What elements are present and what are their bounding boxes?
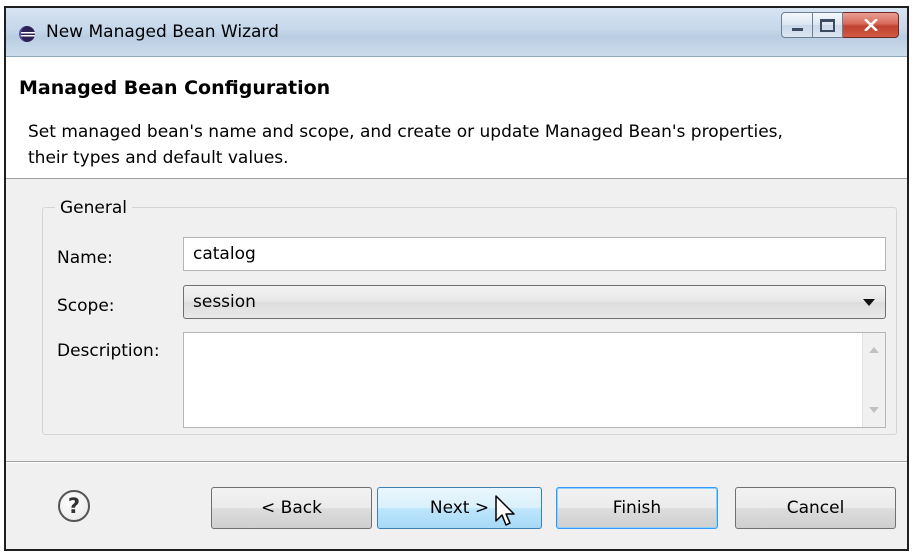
page-description: Set managed bean's name and scope, and c… (28, 122, 783, 168)
finish-button[interactable]: Finish (556, 487, 718, 529)
page-title: Managed Bean Configuration (19, 77, 331, 99)
maximize-button[interactable] (813, 12, 843, 38)
minimize-icon (791, 27, 803, 31)
scope-label: Scope: (57, 296, 115, 316)
wizard-header: Managed Bean Configuration Set managed b… (6, 57, 907, 179)
name-input[interactable]: catalog (183, 237, 886, 271)
close-button[interactable] (843, 12, 899, 38)
title-bar[interactable]: New Managed Bean Wizard (6, 8, 907, 57)
back-button[interactable]: < Back (211, 487, 372, 529)
eclipse-icon (19, 26, 35, 42)
description-scrollbar[interactable] (862, 333, 885, 427)
scroll-up-icon[interactable] (869, 347, 879, 353)
next-button[interactable]: Next > (377, 487, 542, 529)
button-bar-divider (6, 461, 907, 463)
maximize-icon (820, 18, 835, 32)
cancel-button[interactable]: Cancel (735, 487, 896, 529)
chevron-down-icon[interactable] (863, 299, 875, 306)
help-icon[interactable]: ? (58, 490, 90, 522)
description-label: Description: (57, 341, 160, 361)
window-controls (781, 12, 899, 38)
minimize-button[interactable] (781, 12, 813, 38)
name-label: Name: (57, 248, 113, 268)
scope-select-value: session (193, 292, 256, 312)
window-title: New Managed Bean Wizard (46, 22, 279, 42)
mouse-pointer-icon (495, 495, 515, 526)
scope-select[interactable]: session (183, 285, 886, 319)
close-icon (863, 19, 878, 31)
scroll-down-icon[interactable] (869, 407, 879, 413)
general-group-legend: General (55, 198, 132, 218)
description-textarea[interactable] (183, 332, 886, 428)
wizard-dialog: New Managed Bean Wizard Managed Bean Con… (4, 6, 909, 551)
